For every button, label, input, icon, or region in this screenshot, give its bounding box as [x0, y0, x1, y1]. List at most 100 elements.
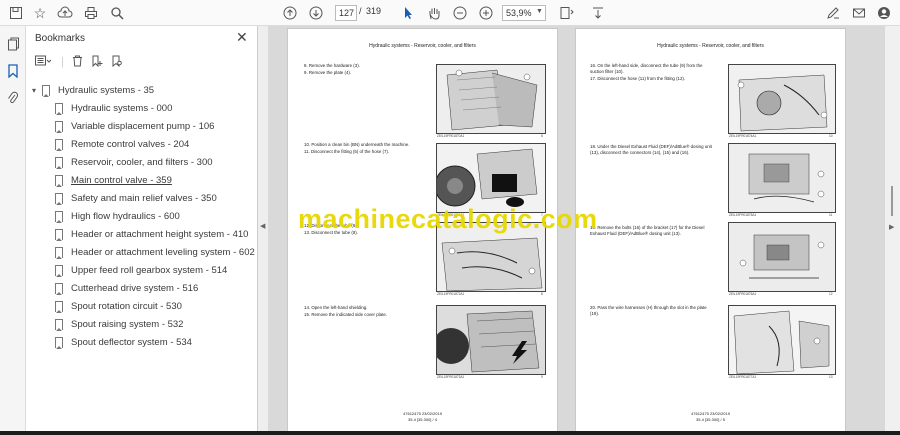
bookmark-item[interactable]: Remote control valves - 204 [55, 136, 189, 152]
page-footer-number: 35.4 [35.300] / 4 [408, 417, 437, 422]
step-text: 8. Remove the hardware (3). [304, 63, 360, 68]
bookmark-item[interactable]: High flow hydraulics - 600 [55, 208, 180, 224]
bookmark-item[interactable]: Spout deflector system - 534 [55, 334, 192, 350]
arrow-down-icon[interactable] [306, 3, 326, 23]
new-bookmark-icon[interactable] [91, 55, 103, 70]
watermark-text: machinecatalogic.com [298, 204, 598, 234]
bookmark-icon [55, 300, 63, 313]
scrollbar-thumb[interactable] [891, 186, 893, 216]
bookmark-icon [55, 174, 63, 187]
figure-number: 8 [541, 292, 543, 296]
page-number-input[interactable]: 127 [335, 5, 357, 21]
bookmark-tools: | [35, 53, 123, 71]
fit-page-icon[interactable] [557, 3, 577, 23]
save-icon[interactable] [6, 3, 26, 23]
page-separator: / [359, 6, 362, 16]
bookmark-icon [55, 138, 63, 151]
panel-splitter[interactable]: ◀ [258, 26, 268, 435]
delete-icon[interactable] [72, 55, 83, 70]
bookmark-item-selected[interactable]: Main control valve - 359 [55, 172, 172, 188]
figure-caption: ZEIL19FR01877A1 [729, 375, 757, 379]
attachment-icon[interactable] [3, 88, 23, 108]
figure-caption: ZEIL19FR01876A1 [729, 292, 757, 296]
bookmark-item[interactable]: Reservoir, cooler, and filters - 300 [55, 154, 213, 170]
taskbar-strip [0, 431, 900, 435]
options-menu-icon[interactable] [35, 55, 53, 70]
page-header: Hydraulic systems - Reservoir, cooler, a… [369, 43, 476, 49]
scroll-right-icon[interactable]: ▶ [889, 223, 894, 231]
chevron-down-icon[interactable]: ▼ [536, 8, 543, 15]
figure-caption: ZEIL19FR01873A1 [437, 375, 465, 379]
hand-icon[interactable] [424, 3, 444, 23]
bookmark-item[interactable]: Hydraulic systems - 000 [55, 100, 172, 116]
step-text: 18. Under the Diesel Exhaust Fluid (DEF)… [590, 144, 712, 155]
bookmark-icon [55, 228, 63, 241]
step-text: 14. Open the left-hand shielding. [304, 305, 368, 310]
zoom-out-icon[interactable] [450, 3, 470, 23]
step-text: 19. Remove the bolts (16) of the bracket… [590, 225, 705, 236]
step-text: 10. Position a clean bin (BN) underneath… [304, 142, 410, 147]
bookmarks-panel: Bookmarks ✕ | ▾ Hydraulic systems - 35 H… [26, 26, 258, 435]
zoom-search-icon[interactable] [107, 3, 127, 23]
bookmark-icon [55, 246, 63, 259]
figure-image [728, 143, 836, 213]
bookmark-icon [55, 120, 63, 133]
figure-image [728, 64, 836, 134]
bookmark-item[interactable]: Header or attachment leveling system - 6… [55, 244, 255, 260]
bookmark-icon [55, 336, 63, 349]
account-icon[interactable] [874, 3, 894, 23]
figure-caption: ZEIL19FR01874A1 [729, 134, 757, 138]
figure-number: 12 [829, 292, 833, 296]
bookmark-icon [55, 264, 63, 277]
step-text: 11. Disconnect the fitting (5) of the ho… [304, 149, 390, 154]
document-page-right: Hydraulic systems - Reservoir, cooler, a… [575, 28, 846, 433]
mail-icon[interactable] [849, 3, 869, 23]
figure-caption: ZEIL19FR01872A1 [437, 292, 465, 296]
left-nav-bar [0, 26, 26, 435]
bookmark-icon [55, 192, 63, 205]
page-total: 319 [366, 6, 382, 16]
pen-sign-icon[interactable] [823, 3, 843, 23]
bookmark-star-icon[interactable]: ☆ [30, 3, 50, 23]
bookmark-icon [42, 84, 50, 97]
bookmark-icon [55, 210, 63, 223]
bookmark-item[interactable]: Spout raising system - 532 [55, 316, 183, 332]
bookmark-item[interactable]: Cutterhead drive system - 516 [55, 280, 198, 296]
figure-caption: ZEIL19FR01870A1 [437, 134, 465, 138]
arrow-up-icon[interactable] [280, 3, 300, 23]
collapse-left-icon[interactable]: ◀ [260, 222, 265, 230]
bookmark-icon [55, 318, 63, 331]
bookmark-icon [55, 156, 63, 169]
step-text: 17. Disconnect the hose (11) from the fi… [590, 76, 686, 81]
chevron-down-icon[interactable]: ▾ [32, 86, 42, 95]
bookmark-item[interactable]: Upper feed roll gearbox system - 514 [55, 262, 227, 278]
figure-number: 13 [829, 375, 833, 379]
upload-icon[interactable] [55, 3, 75, 23]
figure-number: 6 [541, 134, 543, 138]
figure-image [728, 222, 836, 292]
bookmark-item[interactable]: Safety and main relief valves - 350 [55, 190, 217, 206]
bookmark-icon [55, 102, 63, 115]
figure-image [728, 305, 836, 375]
bookmark-icon [55, 282, 63, 295]
top-toolbar: ☆ 127 / 319 53,9% ▼ [0, 0, 900, 26]
zoom-in-icon[interactable] [476, 3, 496, 23]
figure-image [436, 305, 546, 375]
scroll-mode-icon[interactable] [588, 3, 608, 23]
vertical-scrollbar[interactable]: ▶ [885, 26, 900, 435]
bookmark-item[interactable]: Variable displacement pump - 106 [55, 118, 214, 134]
panel-title: Bookmarks [35, 33, 86, 44]
bookmarks-icon[interactable] [3, 61, 23, 81]
close-icon[interactable]: ✕ [236, 29, 248, 46]
step-text: 20. Pass the wire harnesses (H) through … [590, 305, 707, 316]
bookmark-item[interactable]: Header or attachment height system - 410 [55, 226, 248, 242]
print-icon[interactable] [81, 3, 101, 23]
search-bookmark-icon[interactable] [111, 55, 123, 70]
bookmark-item-hydraulic-systems[interactable]: ▾ Hydraulic systems - 35 [32, 82, 154, 98]
page-footer-number: 35.4 [35.300] / 5 [696, 417, 725, 422]
figure-number: 10 [829, 134, 833, 138]
figure-image [436, 64, 546, 134]
page-thumbnails-icon[interactable] [3, 34, 23, 54]
select-cursor-icon[interactable] [398, 3, 418, 23]
bookmark-item[interactable]: Spout rotation circuit - 530 [55, 298, 182, 314]
